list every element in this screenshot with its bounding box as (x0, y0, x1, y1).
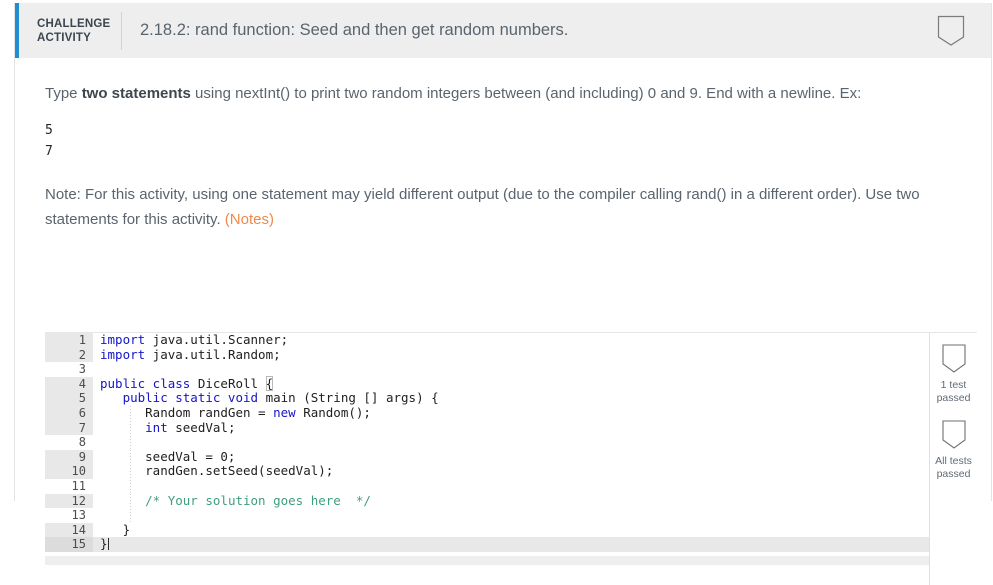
accent-bar (15, 3, 19, 58)
code-token: /* Your solution goes here */ (145, 492, 371, 508)
kicker-line-2: ACTIVITY (37, 31, 91, 44)
code-text[interactable]: Random randGen = new Random(); (93, 404, 371, 421)
code-token: Random randGen = (100, 404, 274, 420)
code-token: seedVal; (167, 419, 236, 435)
test-status-label: passed (936, 468, 971, 480)
code-text[interactable]: public class DiceRoll { (93, 375, 274, 392)
code-token: java.util.Scanner; (145, 333, 289, 347)
challenge-activity-card: CHALLENGE ACTIVITY 2.18.2: rand function… (14, 3, 992, 585)
note-text: Note: For this activity, using one state… (45, 182, 961, 232)
scrollbar-thumb[interactable] (45, 556, 929, 565)
code-text[interactable] (93, 479, 100, 494)
code-token: seedVal = 0; (100, 448, 236, 464)
prompt-text: Type two statements using nextInt() to p… (45, 84, 945, 104)
code-line[interactable]: 6 Random randGen = new Random(); (45, 404, 929, 421)
line-number: 13 (45, 508, 93, 523)
shield-icon (930, 343, 977, 375)
code-editor[interactable]: 1 import java.util.Scanner; 2 import java.u… (45, 333, 930, 585)
code-token: public class (100, 375, 191, 391)
code-text[interactable]: } (93, 537, 109, 552)
prompt-before: Type (45, 85, 82, 102)
line-number: 2 (45, 347, 93, 363)
code-token: Random(); (295, 404, 371, 420)
challenge-activity-kicker: CHALLENGE ACTIVITY (37, 17, 111, 45)
code-line[interactable]: 11 (45, 478, 929, 494)
code-lines[interactable]: 1 import java.util.Scanner; 2 import java.u… (45, 333, 929, 552)
code-token: } (100, 536, 108, 552)
code-token: new (273, 404, 296, 420)
activity-header: CHALLENGE ACTIVITY 2.18.2: rand function… (15, 3, 991, 58)
code-token: public static void (122, 390, 259, 406)
code-text[interactable]: import java.util.Random; (93, 346, 281, 363)
line-number: 15 (45, 537, 93, 552)
line-number: 1 (45, 333, 93, 348)
code-text[interactable]: int seedVal; (93, 419, 236, 436)
kicker-line-1: CHALLENGE (37, 17, 111, 30)
line-number: 3 (45, 362, 93, 377)
note-body: Note: For this activity, using one state… (45, 186, 920, 228)
test-status-item[interactable]: All tests passed (930, 419, 977, 481)
shield-icon (934, 14, 968, 48)
code-line[interactable]: 13 (45, 508, 929, 523)
editor-horizontal-scrollbar[interactable] (45, 556, 929, 565)
page-title: 2.18.2: rand function: Seed and then get… (140, 21, 569, 39)
code-token: main (String [] args) { (258, 390, 439, 406)
code-line[interactable]: 15} (45, 537, 929, 552)
notes-link[interactable]: (Notes) (225, 211, 274, 228)
code-token: } (100, 521, 131, 537)
matched-brace: { (265, 375, 274, 391)
line-number: 6 (45, 405, 93, 421)
test-status-label: All tests (935, 455, 972, 467)
shield-icon (930, 419, 977, 451)
line-number: 14 (45, 522, 93, 538)
test-status-item[interactable]: 1 test passed (930, 343, 977, 405)
code-text[interactable]: seedVal = 0; (93, 448, 236, 465)
example-output: 5 7 (45, 123, 53, 159)
test-status-label: passed (936, 392, 971, 404)
code-line[interactable]: 2 import java.util.Random; (45, 346, 929, 363)
activity-body: Type two statements using nextInt() to p… (15, 84, 991, 585)
code-token: DiceRoll (190, 375, 266, 391)
code-text[interactable] (93, 508, 100, 523)
code-line[interactable]: 8 (45, 435, 929, 450)
code-text[interactable]: } (93, 521, 131, 538)
header-divider (121, 11, 122, 50)
code-text[interactable]: public static void main (String [] args)… (93, 391, 439, 406)
line-number: 4 (45, 376, 93, 392)
code-line[interactable]: 4 public class DiceRoll { (45, 375, 929, 392)
test-status-label: 1 test (940, 379, 967, 391)
line-number: 5 (45, 391, 93, 406)
code-text[interactable] (93, 435, 100, 450)
code-line[interactable]: 3 (45, 362, 929, 377)
code-token: randGen.setSeed(seedVal); (100, 463, 334, 479)
code-line[interactable]: 1 import java.util.Scanner; (45, 333, 929, 348)
code-line[interactable]: 14 } (45, 521, 929, 538)
line-number: 8 (45, 435, 93, 450)
code-text[interactable]: import java.util.Scanner; (93, 333, 288, 348)
line-number: 7 (45, 420, 93, 436)
code-line[interactable]: 10 randGen.setSeed(seedVal); (45, 464, 929, 479)
text-cursor (107, 538, 109, 551)
code-line[interactable]: 9 seedVal = 0; (45, 448, 929, 465)
line-number: 11 (45, 478, 93, 494)
code-line[interactable]: 5 public static void main (String [] arg… (45, 391, 929, 406)
line-number: 10 (45, 464, 93, 479)
code-token: int (145, 419, 168, 435)
editor-region: 1 import java.util.Scanner; 2 import java.u… (45, 332, 977, 585)
code-line[interactable]: 7 int seedVal; (45, 419, 929, 436)
code-token: java.util.Random; (145, 346, 281, 362)
code-text[interactable]: randGen.setSeed(seedVal); (93, 464, 333, 479)
line-number: 9 (45, 449, 93, 465)
code-token: import (100, 346, 146, 362)
code-text[interactable] (93, 362, 100, 377)
code-token: import (100, 333, 146, 347)
prompt-emphasis: two statements (81, 85, 191, 102)
prompt-after: using nextInt() to print two random inte… (190, 85, 862, 102)
tests-panel: 1 test passed All tests passed (930, 333, 977, 585)
